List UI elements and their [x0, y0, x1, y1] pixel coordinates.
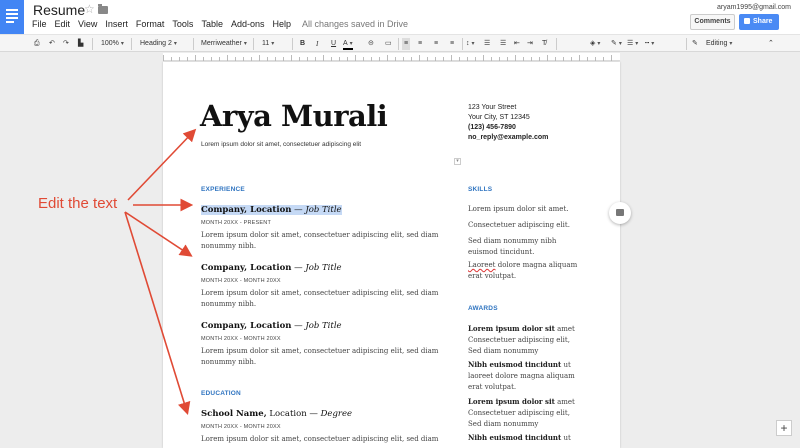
arrow-to-school	[124, 211, 191, 416]
arrow-to-bullet	[124, 211, 193, 257]
arrow-to-name	[127, 128, 197, 201]
annotation-arrows	[124, 128, 197, 416]
